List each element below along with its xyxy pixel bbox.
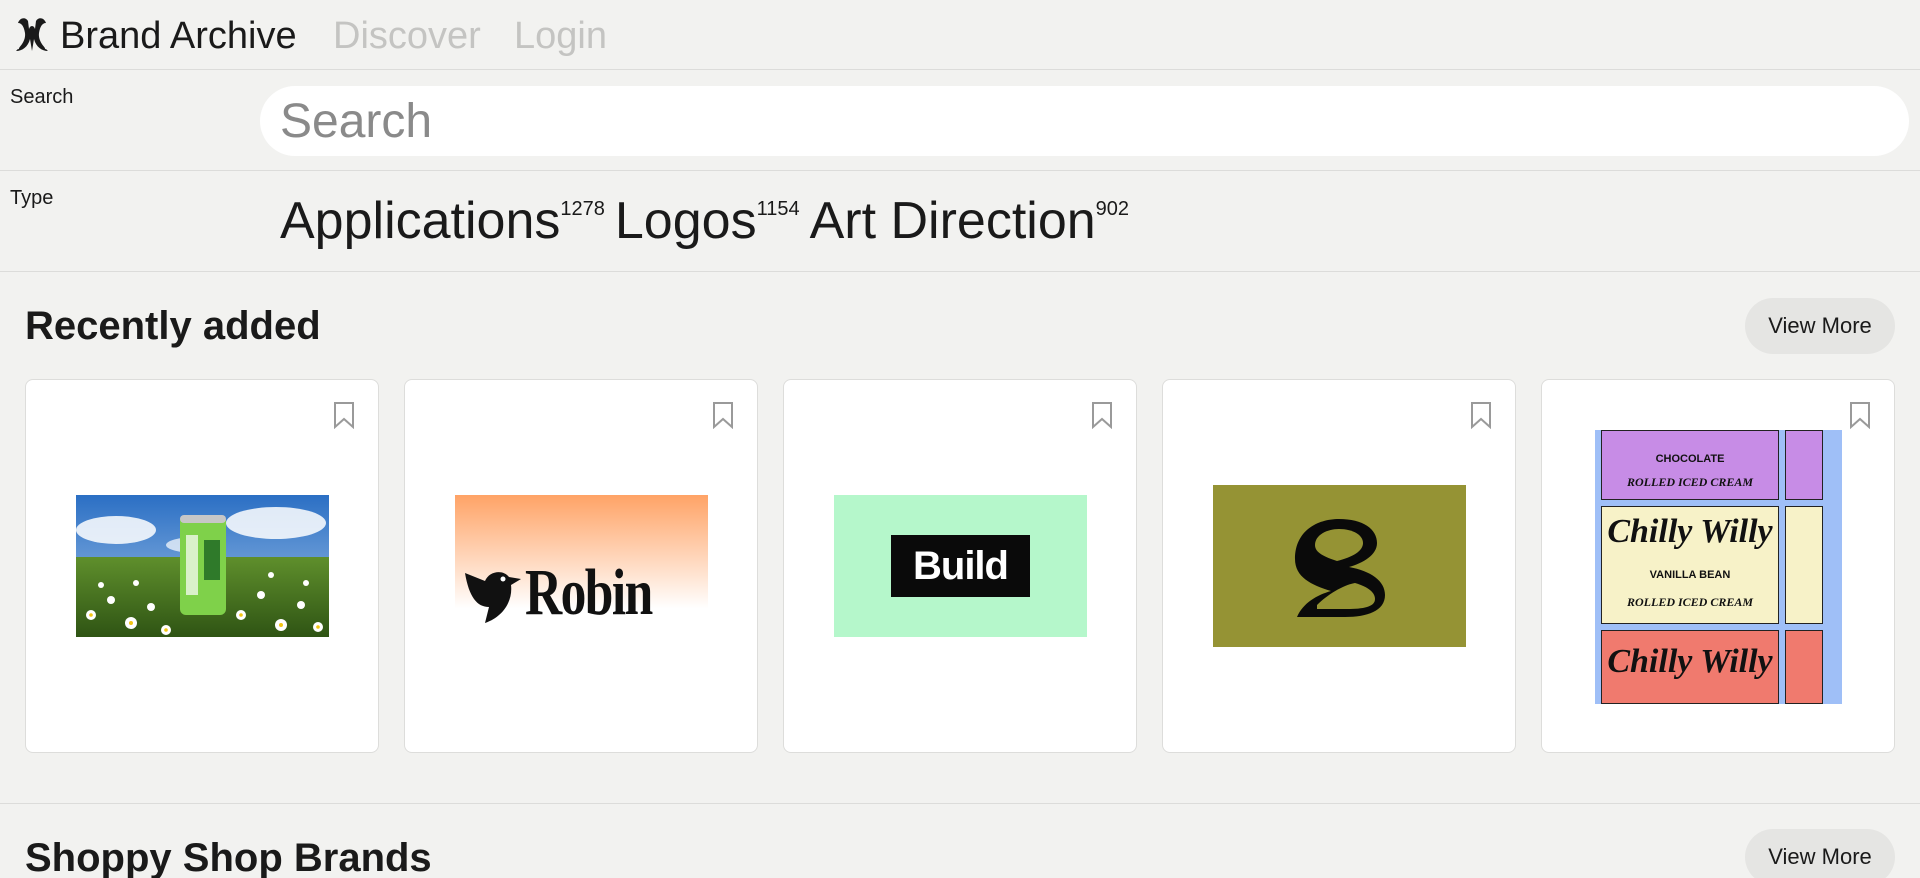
chilly-panel-red: Chilly Willy [1601, 630, 1779, 704]
view-more-button[interactable]: View More [1745, 298, 1895, 354]
bookmark-icon[interactable] [1469, 401, 1493, 429]
product-label: ROLLED ICED CREAM [1626, 595, 1754, 609]
brand-card[interactable]: Build [783, 379, 1137, 753]
bookmark-icon[interactable] [711, 401, 735, 429]
type-count: 1278 [560, 198, 605, 220]
view-more-button[interactable]: View More [1745, 829, 1895, 878]
soda-can-image [76, 495, 329, 637]
brand-card[interactable]: Robin [404, 379, 758, 753]
build-logo-image: Build [834, 495, 1087, 637]
type-name: Logos [614, 192, 757, 250]
top-bar: Brand Archive Discover Login [0, 0, 1920, 70]
brand-card[interactable]: CHOCOLATE ROLLED ICED CREAM Chilly Willy… [1541, 379, 1895, 753]
robin-bird-icon [465, 572, 521, 623]
build-wordmark: Build [913, 543, 1009, 588]
product-label: ROLLED ICED CREAM [1626, 475, 1754, 489]
robin-wordmark: Robin [525, 556, 653, 629]
type-filter-applications[interactable]: Applications 1278 [280, 189, 605, 253]
flavor-label: VANILLA BEAN [1649, 569, 1731, 581]
brand-card[interactable] [25, 379, 379, 753]
search-label: Search [10, 86, 74, 108]
search-input[interactable] [260, 86, 1909, 156]
search-row: Search [0, 70, 1920, 171]
build-logo-box: Build [891, 535, 1030, 597]
section-divider [0, 803, 1920, 804]
nav-login[interactable]: Login [514, 14, 607, 58]
type-row: Type Applications 1278 Logos 1154 Art Di… [0, 171, 1920, 272]
chilly-side-panel [1785, 506, 1823, 624]
s-mark-logo-image [1213, 485, 1466, 647]
type-count: 1154 [756, 198, 800, 220]
brand-logo-icon[interactable] [14, 15, 50, 53]
bookmark-icon[interactable] [332, 401, 356, 429]
section-title-shoppy-shop-brands: Shoppy Shop Brands [25, 836, 432, 878]
chilly-side-panel [1785, 630, 1823, 704]
type-name: Art Direction [809, 192, 1096, 250]
type-filter-list: Applications 1278 Logos 1154 Art Directi… [280, 189, 1139, 253]
brand-title[interactable]: Brand Archive [60, 14, 297, 58]
brand-card[interactable] [1162, 379, 1516, 753]
type-label: Type [10, 187, 54, 209]
flavor-label: CHOCOLATE [1655, 453, 1725, 465]
type-filter-art-direction[interactable]: Art Direction 902 [810, 189, 1129, 253]
bookmark-icon[interactable] [1090, 401, 1114, 429]
chilly-panel-vanilla: Chilly Willy VANILLA BEAN ROLLED ICED CR… [1601, 506, 1779, 624]
chilly-panel-chocolate: CHOCOLATE ROLLED ICED CREAM [1601, 430, 1779, 500]
type-name: Applications [280, 192, 561, 250]
chilly-side-panel [1785, 430, 1823, 500]
bookmark-icon[interactable] [1848, 401, 1872, 429]
robin-logo-image: Robin [455, 495, 708, 637]
chilly-willy-image: CHOCOLATE ROLLED ICED CREAM Chilly Willy… [1595, 430, 1842, 704]
chilly-wordmark: Chilly Willy [1607, 643, 1773, 680]
chilly-wordmark: Chilly Willy [1607, 513, 1773, 550]
nav-discover[interactable]: Discover [333, 14, 481, 58]
type-filter-logos[interactable]: Logos 1154 [615, 189, 800, 253]
section-title-recently-added: Recently added [25, 304, 321, 348]
type-count: 902 [1095, 198, 1130, 220]
